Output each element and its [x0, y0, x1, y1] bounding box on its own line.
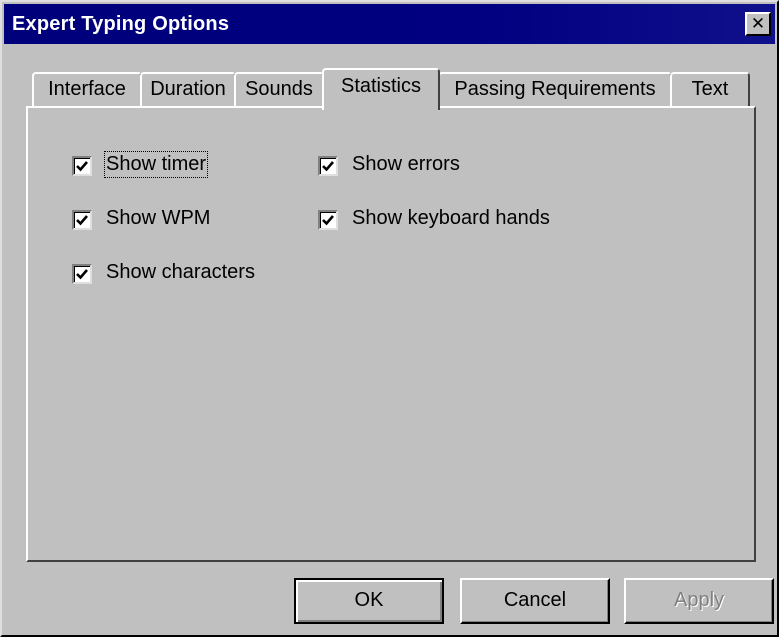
tab-statistics[interactable]: Statistics [322, 68, 440, 110]
show-characters-checkbox[interactable]: Show characters [72, 260, 282, 288]
tab-passing-requirements[interactable]: Passing Requirements [438, 72, 672, 108]
checkmark-icon [76, 161, 88, 172]
show-keyboard-hands-label[interactable]: Show keyboard hands [352, 207, 550, 230]
show-wpm-checkbox[interactable]: Show WPM [72, 206, 222, 234]
title-bar[interactable]: Expert Typing Options ✕ [4, 4, 775, 44]
checkbox-box[interactable] [318, 156, 338, 176]
cancel-button[interactable]: Cancel [460, 578, 610, 624]
checkbox-box[interactable] [72, 156, 92, 176]
checkbox-box[interactable] [72, 210, 92, 230]
options-dialog: Expert Typing Options ✕ Interface Durati… [0, 0, 779, 637]
checkmark-icon [322, 215, 334, 226]
ok-button[interactable]: OK [294, 578, 444, 624]
close-icon: ✕ [750, 14, 766, 33]
show-wpm-label[interactable]: Show WPM [106, 207, 210, 230]
tab-sounds[interactable]: Sounds [234, 72, 324, 108]
tab-strip: Interface Duration Sounds Statistics Pas… [32, 68, 772, 110]
statistics-panel: Show timer Show WPM Show characters Show… [26, 106, 756, 562]
show-errors-label[interactable]: Show errors [352, 153, 460, 176]
show-keyboard-hands-checkbox[interactable]: Show keyboard hands [318, 206, 578, 234]
checkbox-box[interactable] [72, 264, 92, 284]
checkmark-icon [76, 269, 88, 280]
tab-duration[interactable]: Duration [140, 72, 236, 108]
apply-button[interactable]: Apply [624, 578, 774, 624]
window-title: Expert Typing Options [12, 13, 230, 35]
checkmark-icon [322, 161, 334, 172]
show-timer-label[interactable]: Show timer [103, 151, 209, 178]
close-button[interactable]: ✕ [745, 12, 771, 36]
checkmark-icon [76, 215, 88, 226]
tab-interface[interactable]: Interface [32, 72, 142, 108]
tab-text[interactable]: Text [670, 72, 750, 108]
show-timer-checkbox[interactable]: Show timer [72, 151, 222, 180]
checkbox-box[interactable] [318, 210, 338, 230]
show-errors-checkbox[interactable]: Show errors [318, 152, 478, 180]
show-characters-label[interactable]: Show characters [106, 261, 255, 284]
